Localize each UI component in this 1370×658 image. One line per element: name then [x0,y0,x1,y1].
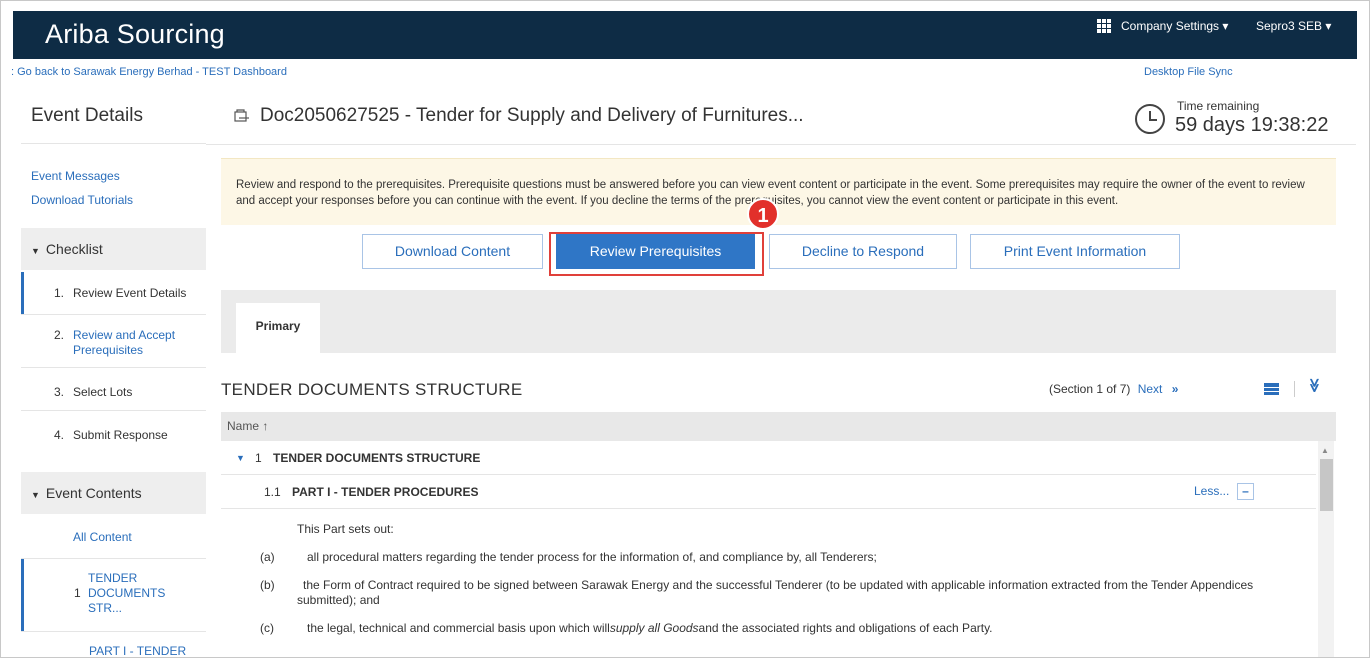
header-divider [206,144,1356,145]
highlight-box [549,232,764,276]
all-content-item[interactable]: All Content [21,516,206,558]
scrollbar-thumb[interactable] [1320,459,1333,511]
next-chevron-icon[interactable]: » [1172,382,1179,396]
item-marker: (a) [260,550,275,564]
sidebar: Event Details Event Messages Download Tu… [21,91,206,658]
content-item-label: PART I - TENDER [89,644,187,658]
print-event-information-button[interactable]: Print Event Information [970,234,1180,269]
collapse-triangle-icon: ▼ [31,246,40,256]
content-item-tender-documents[interactable]: 1 TENDER DOCUMENTS STR... [21,559,206,631]
table-row[interactable]: ▼ 1 TENDER DOCUMENTS STRUCTURE [221,441,1316,475]
step-number: 3. [54,385,65,399]
scroll-up-arrow-icon[interactable]: ▲ [1321,446,1329,455]
download-content-button[interactable]: Download Content [362,234,543,269]
item-text-part: the legal, technical and commercial basi… [307,621,610,635]
brand-title: Ariba Sourcing [45,19,225,49]
row-label: PART I - TENDER PROCEDURES [292,485,479,499]
step-number: 4. [54,428,65,442]
app-frame: Ariba Sourcing Company Settings ▾ Sepro3… [0,0,1370,658]
section-intro: This Part sets out: [297,522,394,536]
item-divider [21,631,206,632]
tab-bar: Primary [221,290,1336,353]
event-contents-header[interactable]: ▼ Event Contents [21,472,206,514]
column-header-name[interactable]: Name ↑ [221,412,1336,441]
document-title: Doc2050627525 - Tender for Supply and De… [234,105,804,127]
tab-primary[interactable]: Primary [236,303,320,353]
collapse-row-button[interactable]: – [1237,483,1254,500]
step-callout-badge: 1 [747,198,779,230]
sidebar-title: Event Details [31,105,143,126]
time-remaining-label: Time remaining [1177,99,1260,113]
structure-title: TENDER DOCUMENTS STRUCTURE [221,380,523,399]
less-link[interactable]: Less... [1194,484,1229,498]
collapse-all-icon[interactable]: ≫ [1306,378,1323,393]
back-to-dashboard-link[interactable]: : Go back to Sarawak Energy Berhad - TES… [11,66,287,78]
event-messages-link[interactable]: Event Messages [31,169,120,183]
clock-icon [1135,104,1165,134]
step-number: 2. [54,328,65,342]
row-number: 1.1 [264,485,281,499]
step-label: Review and Accept Prerequisites [73,328,176,357]
collapse-triangle-icon: ▼ [31,490,40,500]
company-settings-menu[interactable]: Company Settings ▾ [1121,19,1228,33]
step-label: Review Event Details [73,286,187,300]
time-remaining: Time remaining 59 days 19:38:22 [1135,99,1335,139]
content-item-label: TENDER DOCUMENTS STR... [88,571,166,615]
event-contents-label: Event Contents [45,485,142,501]
content-item-part-i[interactable]: PART I - TENDER [21,641,206,658]
item-text-italic: supply all Goods [609,621,699,635]
step-label: Select Lots [73,385,133,399]
all-content-link: All Content [73,530,132,544]
item-text-part: and the associated rights and obligation… [698,621,993,635]
content-item-number: 1 [74,586,81,600]
expand-triangle-icon[interactable]: ▼ [236,441,245,475]
step-label: Submit Response [73,428,168,442]
checklist-step-3[interactable]: 3. Select Lots [21,368,206,410]
row-number: 1 [255,451,262,465]
user-menu[interactable]: Sepro3 SEB ▾ [1256,19,1331,33]
document-title-text: Doc2050627525 - Tender for Supply and De… [260,105,804,126]
checklist-step-1[interactable]: 1. Review Event Details [21,272,206,314]
decline-to-respond-button[interactable]: Decline to Respond [769,234,957,269]
table-options-icon[interactable] [1264,383,1279,395]
section-navigation: (Section 1 of 7) Next » [1049,382,1178,396]
item-text: all procedural matters regarding the ten… [307,550,877,564]
checklist-step-4[interactable]: 4. Submit Response [21,411,206,453]
item-text: the legal, technical and commercial basi… [307,621,1307,636]
top-navigation-bar: Ariba Sourcing Company Settings ▾ Sepro3… [13,11,1357,59]
main-content: Doc2050627525 - Tender for Supply and De… [206,91,1356,657]
app-grid-icon[interactable] [1097,19,1111,33]
item-marker: (c) [260,621,274,635]
time-remaining-value: 59 days 19:38:22 [1175,114,1329,136]
document-lock-icon [234,109,249,122]
checklist-step-2[interactable]: 2. Review and Accept Prerequisites [21,315,206,367]
desktop-file-sync-link[interactable]: Desktop File Sync [1144,66,1233,78]
download-tutorials-link[interactable]: Download Tutorials [31,193,133,207]
checklist-header[interactable]: ▼ Checklist [21,228,206,270]
table-row[interactable]: 1.1 PART I - TENDER PROCEDURES [221,475,1316,509]
next-link[interactable]: Next [1138,382,1163,396]
action-buttons: Download Content Review Prerequisites De… [206,234,1356,274]
checklist-label: Checklist [45,241,103,257]
step-number: 1. [54,286,65,300]
sidebar-divider [21,143,206,144]
toolbar-divider [1294,381,1295,397]
item-text: the Form of Contract required to be sign… [297,578,1254,607]
item-marker: (b) [260,578,275,592]
section-info: (Section 1 of 7) [1049,382,1131,396]
row-label: TENDER DOCUMENTS STRUCTURE [273,451,481,465]
